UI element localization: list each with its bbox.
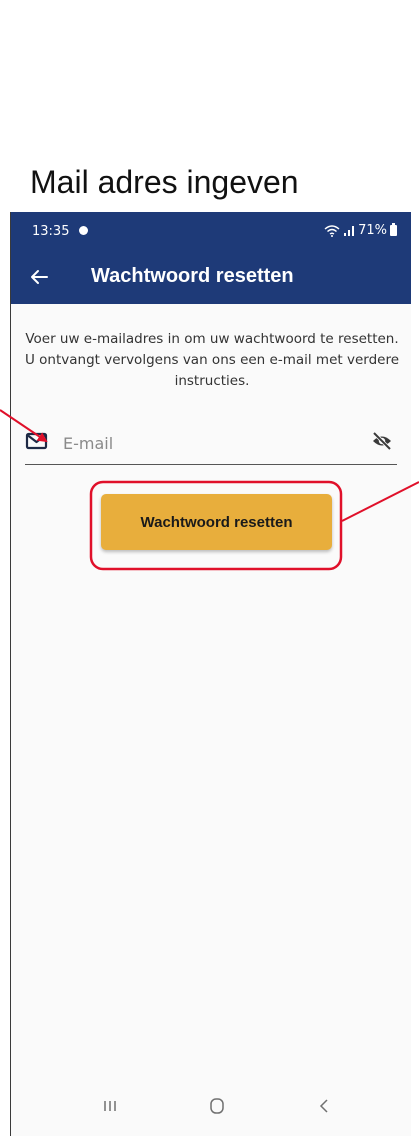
phone-screen: 13:35 71% Wachtwoord resetten Voer uw e-… bbox=[10, 212, 411, 1136]
home-button[interactable] bbox=[197, 1092, 237, 1120]
battery-icon bbox=[390, 223, 397, 236]
signal-icon bbox=[344, 225, 355, 236]
page-title: Wachtwoord resetten bbox=[91, 265, 294, 287]
back-chevron-icon bbox=[319, 1099, 328, 1113]
eye-off-icon[interactable] bbox=[371, 431, 393, 451]
recent-apps-button[interactable] bbox=[90, 1092, 130, 1120]
mail-icon bbox=[25, 432, 48, 450]
email-input[interactable] bbox=[63, 429, 353, 457]
system-back-button[interactable] bbox=[304, 1092, 344, 1120]
instructions-text: Voer uw e-mailadres in om uw wachtwoord … bbox=[24, 331, 400, 389]
reset-password-button[interactable]: Wachtwoord resetten bbox=[101, 494, 332, 550]
status-time: 13:35 bbox=[32, 224, 70, 239]
email-field-row bbox=[25, 425, 397, 465]
status-bar: 13:35 71% bbox=[11, 212, 411, 250]
status-indicators: 71% bbox=[324, 223, 397, 238]
system-navigation-bar bbox=[11, 1076, 411, 1136]
app-bar: Wachtwoord resetten bbox=[11, 250, 411, 304]
recent-apps-icon bbox=[104, 1101, 116, 1111]
arrow-left-icon bbox=[31, 270, 48, 284]
page-caption: Mail adres ingeven bbox=[30, 164, 299, 200]
back-button[interactable] bbox=[21, 259, 57, 295]
wifi-icon bbox=[324, 224, 340, 237]
home-icon bbox=[210, 1098, 224, 1114]
battery-percentage: 71% bbox=[358, 223, 387, 238]
notification-dot-icon bbox=[79, 226, 88, 235]
